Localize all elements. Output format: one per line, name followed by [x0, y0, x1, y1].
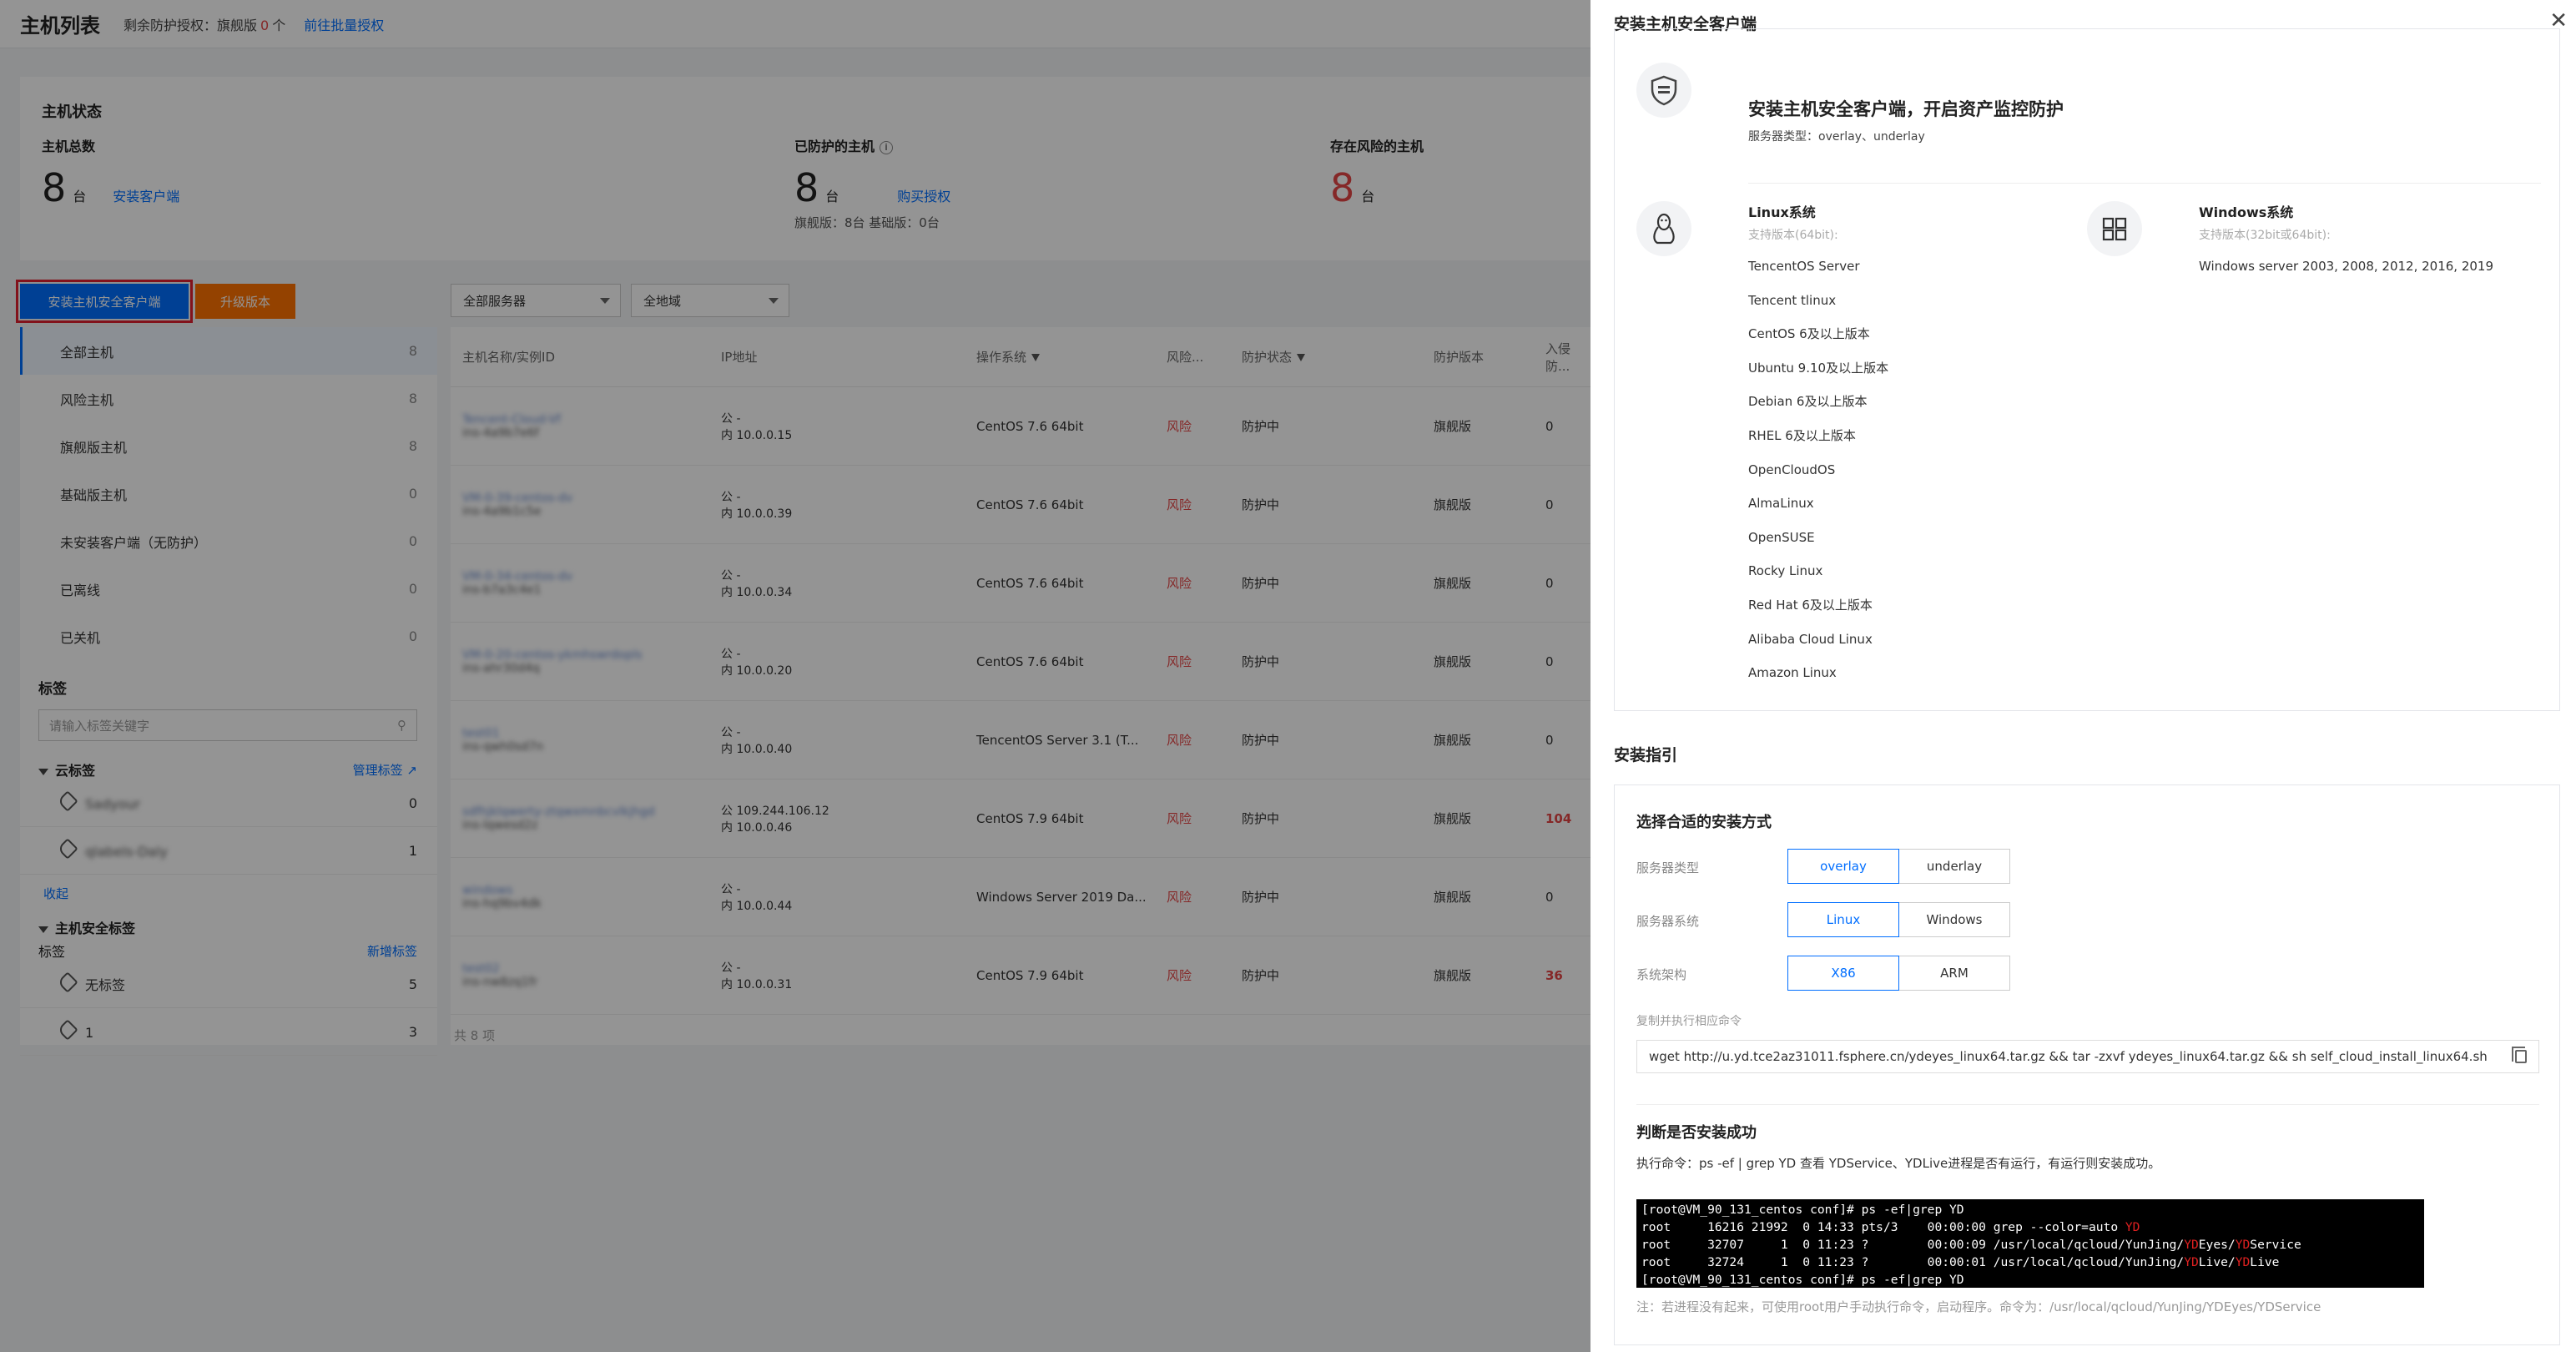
linux-version-item: Ubuntu 9.10及以上版本 — [1748, 360, 1889, 376]
linux-version-item: Amazon Linux — [1748, 665, 1837, 681]
linux-version-item: Red Hat 6及以上版本 — [1748, 597, 1873, 613]
install-command[interactable]: wget http://u.yd.tce2az31011.fsphere.cn/… — [1636, 1040, 2539, 1073]
linux-version-item: Alibaba Cloud Linux — [1748, 631, 1873, 647]
divider — [1748, 183, 2541, 184]
windows-support-list: Windows系统 支持版本(32bit或64bit): Windows ser… — [2199, 204, 2493, 274]
verify-text: 执行命令：ps -ef | grep YD 查看 YDService、YDLiv… — [1636, 1156, 2161, 1171]
install-drawer: 安装主机安全客户端 ✕ 安装主机安全客户端，开启资产监控防护 服务器类型：ove… — [1590, 0, 2576, 1352]
option-overlay[interactable]: overlay — [1787, 849, 1899, 884]
intro-subtitle: 服务器类型：overlay、underlay — [1748, 130, 1925, 144]
option-linux[interactable]: Linux — [1787, 902, 1899, 937]
choose-method-heading: 选择合适的安装方式 — [1636, 814, 1772, 831]
divider — [1636, 1104, 2539, 1105]
option-x86[interactable]: X86 — [1787, 956, 1899, 991]
linux-version-item: TencentOS Server — [1748, 259, 1860, 274]
note-text: 注：若进程没有起来，可使用root用户手动执行命令，启动程序。命令为：/usr/… — [1636, 1299, 2321, 1314]
copy-icon[interactable] — [2512, 1047, 2527, 1063]
option-underlay[interactable]: underlay — [1898, 849, 2010, 884]
linux-version-item: OpenCloudOS — [1748, 462, 1836, 477]
install-guide-card: 选择合适的安装方式 服务器类型 overlay underlay 服务器系统 L… — [1614, 784, 2560, 1345]
shield-icon — [1636, 63, 1691, 118]
install-guide-heading: 安装指引 — [1614, 746, 1678, 764]
linux-version-item: AlmaLinux — [1748, 496, 1814, 512]
intro-card: 安装主机安全客户端，开启资产监控防护 服务器类型：overlay、underla… — [1614, 28, 2560, 711]
option-windows[interactable]: Windows — [1898, 902, 2010, 937]
linux-version-item: Debian 6及以上版本 — [1748, 394, 1868, 410]
modal-overlay[interactable] — [0, 0, 1590, 1352]
intro-title: 安装主机安全客户端，开启资产监控防护 — [1748, 99, 2064, 119]
server-type-toggle: overlay underlay — [1787, 849, 2010, 884]
server-os-toggle: Linux Windows — [1787, 902, 2010, 937]
windows-icon — [2087, 201, 2142, 256]
verify-heading: 判断是否安装成功 — [1636, 1124, 1757, 1142]
linux-version-item: CentOS 6及以上版本 — [1748, 326, 1870, 342]
option-arm[interactable]: ARM — [1898, 956, 2010, 991]
command-label: 复制并执行相应命令 — [1636, 1015, 1742, 1028]
linux-version-item: OpenSUSE — [1748, 529, 1815, 545]
linux-support-list: Linux系统 支持版本(64bit): TencentOS Server Ten… — [1748, 201, 1888, 690]
terminal-screenshot: [root@VM_90_131_centos conf]# ps -ef|gre… — [1636, 1199, 2424, 1288]
linux-version-item: RHEL 6及以上版本 — [1748, 427, 1856, 443]
linux-version-item: Rocky Linux — [1748, 563, 1823, 579]
arch-toggle: X86 ARM — [1787, 956, 2010, 991]
linux-penguin-icon — [1636, 201, 1691, 256]
linux-version-item: Tencent tlinux — [1748, 292, 1837, 308]
linux-version-list: TencentOS Server Tencent tlinux CentOS 6及以… — [1748, 250, 1888, 690]
